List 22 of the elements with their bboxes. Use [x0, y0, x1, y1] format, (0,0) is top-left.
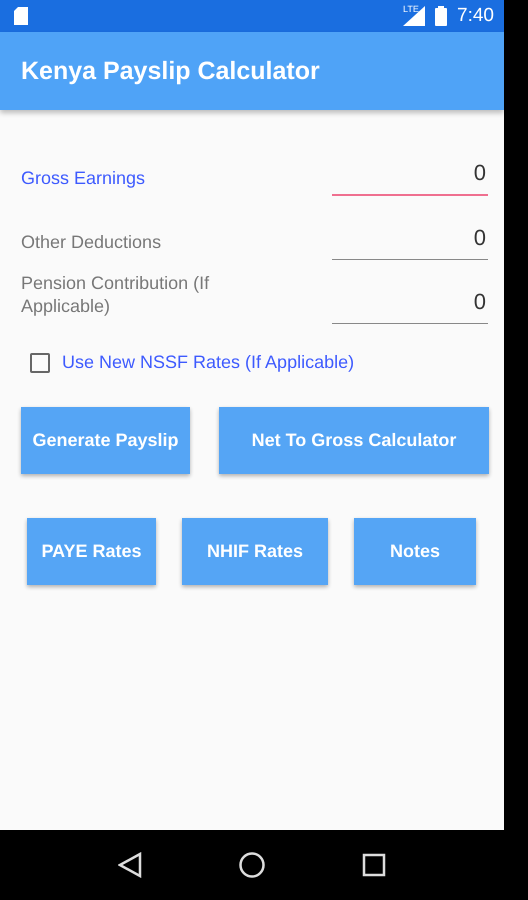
checkbox[interactable] [30, 352, 50, 372]
battery-icon [435, 6, 448, 26]
action-button[interactable]: NHIF Rates [182, 518, 328, 585]
input-field[interactable]: 0 [332, 225, 488, 260]
input-field[interactable]: 0 [332, 289, 488, 324]
action-button[interactable]: Generate Payslip [21, 407, 190, 474]
back-icon[interactable] [118, 852, 142, 878]
field-label: Pension Contribution (If Applicable) [21, 272, 210, 318]
signal-icon [403, 6, 426, 26]
clock-time: 7:40 [457, 5, 494, 27]
sim-card-icon [14, 7, 28, 25]
network-label: LTE [403, 4, 419, 14]
checkbox-label[interactable]: Use New NSSF Rates (If Applicable) [62, 352, 354, 373]
action-button[interactable]: PAYE Rates [27, 518, 156, 585]
field-label: Other Deductions [21, 231, 162, 254]
action-button[interactable]: Net To Gross Calculator [219, 407, 489, 474]
action-button[interactable]: Notes [354, 518, 476, 585]
field-label: Gross Earnings [21, 167, 146, 190]
recents-icon[interactable] [362, 853, 386, 877]
home-icon[interactable] [238, 851, 266, 879]
app-title: Kenya Payslip Calculator [21, 56, 320, 86]
input-field[interactable]: 0 [332, 160, 488, 196]
